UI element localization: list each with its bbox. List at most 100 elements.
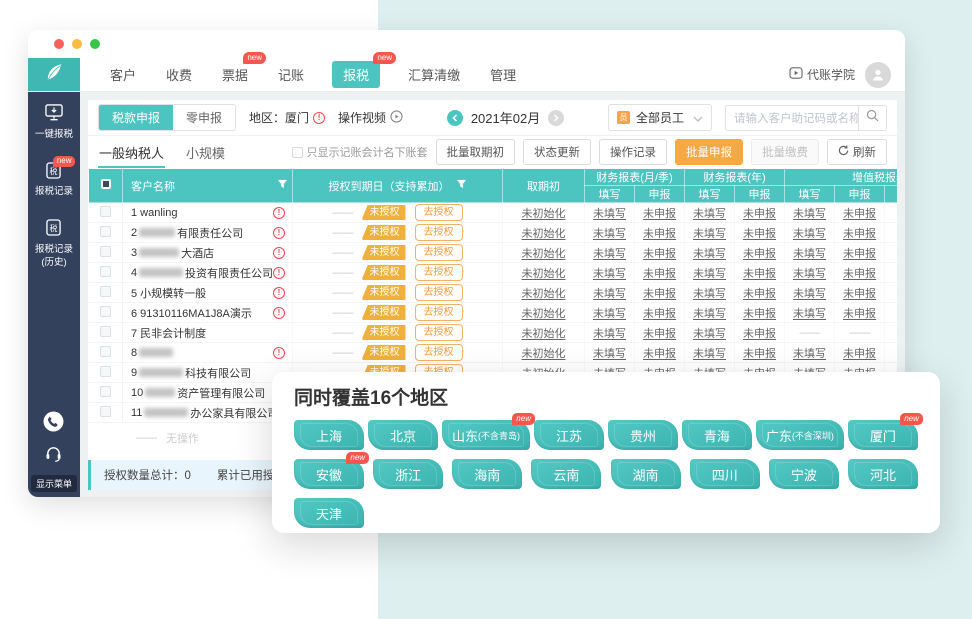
status-link[interactable]: 未申报 [743,348,776,360]
filter-funnel-icon[interactable] [277,179,288,192]
initial-status-link[interactable]: 未初始化 [522,268,566,280]
row-checkbox[interactable] [100,386,111,397]
nav-tab-settlement[interactable]: 汇算清缴 [406,61,462,88]
academy-link[interactable]: 代账学院 [789,66,855,83]
status-link[interactable]: 未填写 [693,268,726,280]
status-link[interactable]: 未申报 [843,308,876,320]
select-all-checkbox[interactable] [101,179,111,189]
operation-record-button[interactable]: 操作记录 [599,139,667,165]
accountant-filter-checkbox[interactable]: 只显示记账会计名下账套 [292,144,428,160]
region-chip-河北[interactable]: 河北 [848,459,918,489]
prev-month-button[interactable] [447,110,463,126]
status-link[interactable]: 未填写 [593,328,626,340]
status-link[interactable]: 未申报 [643,288,676,300]
status-link[interactable]: 未填写 [793,248,826,260]
status-link[interactable]: 未申报 [643,228,676,240]
status-link[interactable]: 未填写 [593,228,626,240]
search-input[interactable]: 请输入客户助记码或名称 [726,106,858,130]
region-chip-厦门[interactable]: 厦门new [848,420,918,450]
row-checkbox[interactable] [100,366,111,377]
row-checkbox[interactable] [100,266,111,277]
go-authorize-button[interactable]: 去授权 [415,344,463,361]
initial-status-link[interactable]: 未初始化 [522,328,566,340]
row-checkbox[interactable] [100,346,111,357]
row-checkbox[interactable] [100,326,111,337]
row-checkbox[interactable] [100,406,111,417]
batch-take-initial-button[interactable]: 批量取期初 [436,139,516,165]
status-link[interactable]: 未申报 [843,228,876,240]
region-chip-广东[interactable]: 广东(不含深圳) [756,420,844,450]
status-link[interactable]: 未申报 [843,268,876,280]
region-chip-云南[interactable]: 云南 [531,459,601,489]
row-checkbox[interactable] [100,206,111,217]
search-button[interactable] [858,106,886,130]
status-link[interactable]: 未申报 [843,348,876,360]
status-link[interactable]: 未申报 [743,268,776,280]
tutorial-video-link[interactable]: 操作视频 [338,109,403,126]
status-link[interactable]: 未申报 [643,208,676,220]
status-link[interactable]: 未申报 [743,328,776,340]
sidebar-item-filing-records[interactable]: new 税 报税记录 [35,162,73,200]
status-link[interactable]: 未填写 [593,268,626,280]
go-authorize-button[interactable]: 去授权 [415,284,463,301]
status-link[interactable]: 未申报 [843,208,876,220]
close-window-button[interactable] [54,39,64,49]
status-link[interactable]: 未申报 [843,248,876,260]
status-link[interactable]: 未填写 [793,228,826,240]
mode-zero-declare[interactable]: 零申报 [173,105,235,130]
status-link[interactable]: 未填写 [793,348,826,360]
sidebar-item-one-click-filing[interactable]: 一键报税 [35,104,73,142]
status-link[interactable]: 未填写 [793,288,826,300]
region-indicator[interactable]: 地区：厦门 ! [249,109,325,126]
status-link[interactable]: 未申报 [743,308,776,320]
region-chip-海南[interactable]: 海南 [452,459,522,489]
nav-tab-tax-filing[interactable]: 报税new [332,61,380,88]
status-link[interactable]: 未申报 [843,288,876,300]
region-chip-浙江[interactable]: 浙江 [373,459,443,489]
nav-tab-management[interactable]: 管理 [488,61,518,88]
go-authorize-button[interactable]: 去授权 [415,224,463,241]
nav-tab-fees[interactable]: 收费 [164,61,194,88]
status-link[interactable]: 未填写 [693,328,726,340]
status-link[interactable]: 未填写 [793,268,826,280]
show-menu-toggle[interactable]: 显示菜单 [31,475,77,492]
status-link[interactable]: 未填写 [693,248,726,260]
status-link[interactable]: 未填写 [693,288,726,300]
batch-pay-button[interactable]: 批量缴费 [751,139,819,165]
status-link[interactable]: 未填写 [593,288,626,300]
go-authorize-button[interactable]: 去授权 [415,264,463,281]
status-link[interactable]: 未填写 [593,308,626,320]
initial-status-link[interactable]: 未初始化 [522,248,566,260]
region-chip-青海[interactable]: 青海 [682,420,752,450]
phone-icon[interactable] [43,411,64,437]
initial-status-link[interactable]: 未初始化 [522,228,566,240]
status-link[interactable]: 未填写 [593,208,626,220]
status-link[interactable]: 未填写 [793,208,826,220]
status-link[interactable]: 未填写 [593,248,626,260]
sidebar-item-filing-records-history[interactable]: 税 报税记录 (历史) [35,219,73,269]
status-link[interactable]: 未填写 [693,208,726,220]
initial-status-link[interactable]: 未初始化 [522,348,566,360]
select-all-header[interactable] [89,169,123,203]
headset-icon[interactable] [44,444,63,468]
region-chip-湖南[interactable]: 湖南 [611,459,681,489]
region-chip-山东[interactable]: 山东(不含青岛)new [442,420,530,450]
nav-tab-customers[interactable]: 客户 [108,61,138,88]
status-link[interactable]: 未申报 [643,328,676,340]
status-link[interactable]: 未申报 [743,208,776,220]
tab-general-taxpayer[interactable]: 一般纳税人 [98,136,165,169]
row-checkbox[interactable] [100,286,111,297]
zoom-window-button[interactable] [90,39,100,49]
status-link[interactable]: 未填写 [693,308,726,320]
region-chip-四川[interactable]: 四川 [690,459,760,489]
row-checkbox[interactable] [100,226,111,237]
status-link[interactable]: 未申报 [643,268,676,280]
go-authorize-button[interactable]: 去授权 [415,204,463,221]
status-link[interactable]: 未填写 [593,348,626,360]
status-link[interactable]: 未申报 [643,348,676,360]
status-link[interactable]: 未填写 [693,228,726,240]
next-month-button[interactable] [548,110,564,126]
row-checkbox[interactable] [100,306,111,317]
status-link[interactable]: 未申报 [743,288,776,300]
status-link[interactable]: 未申报 [643,308,676,320]
